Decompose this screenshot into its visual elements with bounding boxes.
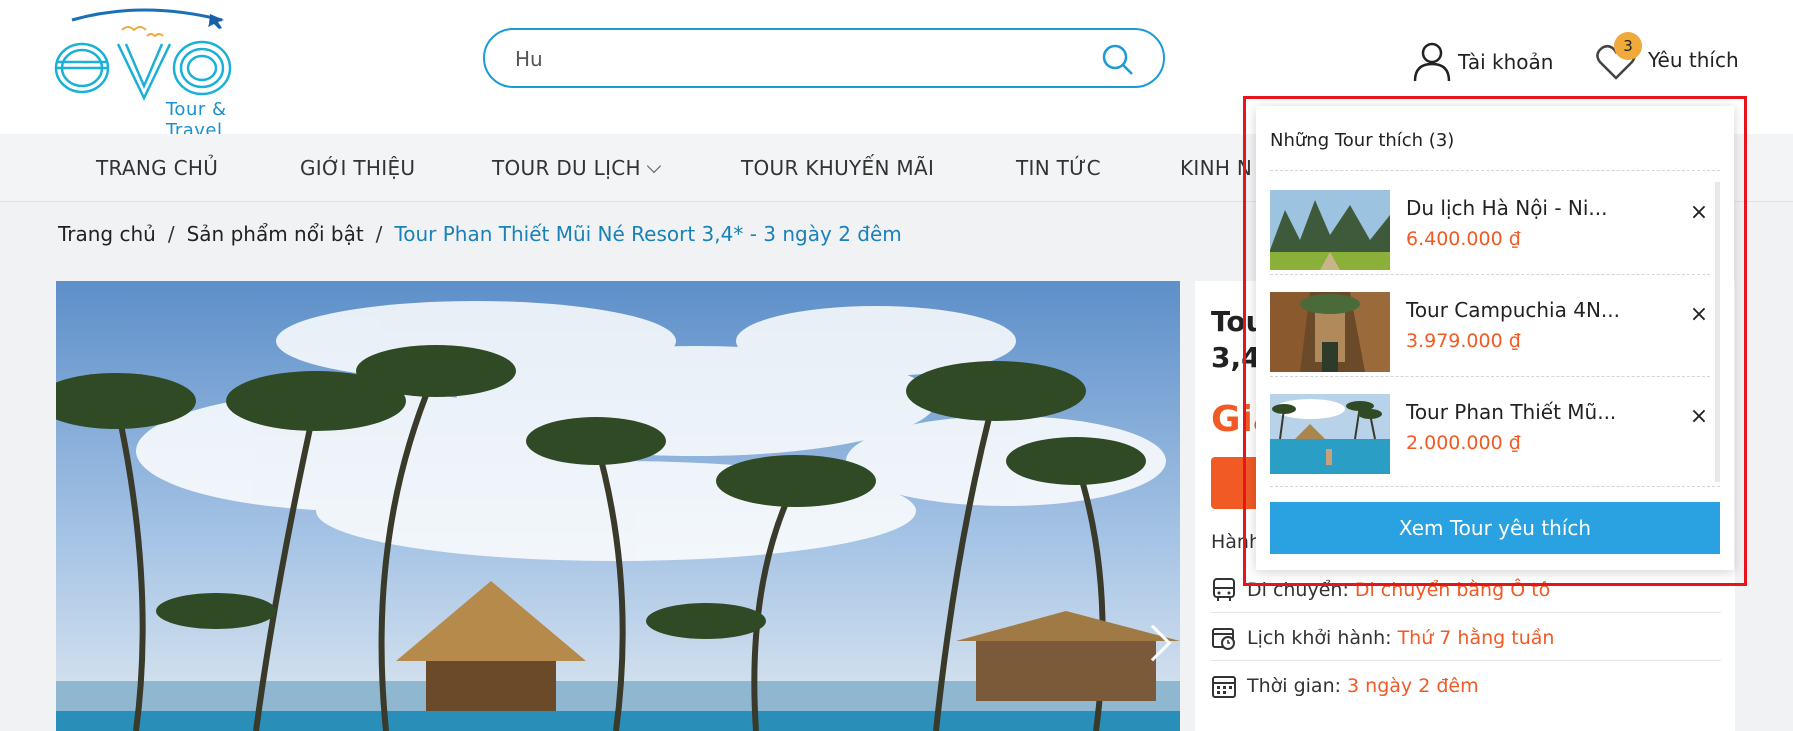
account-label: Tài khoản	[1458, 50, 1554, 74]
breadcrumb-separator: /	[167, 222, 175, 246]
transport-label: Di chuyển:	[1247, 579, 1349, 601]
nav-item-news[interactable]: TIN TỨC	[1016, 156, 1101, 180]
calendar-icon	[1212, 676, 1236, 698]
calendar-clock-icon	[1212, 628, 1235, 650]
chevron-down-icon	[646, 158, 661, 174]
duration-value: 3 ngày 2 đêm	[1347, 675, 1479, 697]
wishlist-item-price: 6.400.000 ₫	[1406, 228, 1521, 250]
close-icon[interactable]: ×	[1688, 406, 1710, 428]
wishlist-label: Yêu thích	[1648, 48, 1739, 72]
wishlist-item[interactable]: Du lịch Hà Nội - Ni... 6.400.000 ₫ ×	[1270, 182, 1710, 284]
nav-item-promotions[interactable]: TOUR KHUYẾN MÃI	[741, 156, 934, 180]
wishlist-item-name[interactable]: Du lịch Hà Nội - Ni...	[1406, 196, 1608, 220]
nav-item-about[interactable]: GIỚI THIỆU	[300, 156, 415, 180]
beach-resort-photo	[56, 281, 1180, 731]
wishlist-item-thumb[interactable]	[1270, 292, 1390, 372]
tour-main-image[interactable]	[56, 281, 1180, 731]
site-logo[interactable]: Tour & Travel	[52, 6, 267, 141]
search-icon[interactable]	[1101, 43, 1135, 77]
view-wishlist-button[interactable]: Xem Tour yêu thích	[1270, 502, 1720, 554]
breadcrumb-separator: /	[375, 222, 383, 246]
search-input[interactable]	[515, 44, 1075, 74]
transport-row: Di chuyển: Di chuyển bằng Ô tô	[1211, 577, 1550, 603]
duration-label: Thời gian:	[1247, 675, 1342, 697]
wishlist-item-name[interactable]: Tour Phan Thiết Mũ...	[1406, 400, 1616, 424]
duration-row: Thời gian: 3 ngày 2 đêm	[1211, 673, 1479, 699]
breadcrumb-category[interactable]: Sản phẩm nổi bật	[187, 222, 364, 246]
wishlist-dropdown: Những Tour thích (3) Du lịch Hà Nội - Ni…	[1256, 106, 1734, 570]
schedule-value: Thứ 7 hằng tuần	[1397, 627, 1555, 649]
divider	[1270, 170, 1720, 171]
close-icon[interactable]: ×	[1688, 304, 1710, 326]
wishlist-item-thumb[interactable]	[1270, 394, 1390, 474]
divider	[1211, 660, 1721, 661]
wishlist-item[interactable]: Tour Phan Thiết Mũ... 2.000.000 ₫ ×	[1270, 386, 1710, 488]
nav-item-experience[interactable]: KINH N	[1180, 156, 1252, 180]
search-bar	[483, 28, 1165, 88]
wishlist-item[interactable]: Tour Campuchia 4N... 3.979.000 ₫ ×	[1270, 284, 1710, 386]
wishlist-item-name[interactable]: Tour Campuchia 4N...	[1406, 298, 1620, 322]
nav-item-tours-label: TOUR DU LỊCH	[492, 156, 641, 180]
breadcrumb: Trang chủ / Sản phẩm nổi bật / Tour Phan Thi…	[58, 222, 902, 246]
resort-pool-image	[1270, 394, 1390, 474]
close-icon[interactable]: ×	[1688, 202, 1710, 224]
mountain-landscape-image	[1270, 190, 1390, 270]
breadcrumb-home[interactable]: Trang chủ	[58, 222, 156, 246]
hanh-label: Hành	[1211, 531, 1262, 553]
bus-icon	[1213, 578, 1235, 601]
wishlist-dropdown-title: Những Tour thích (3)	[1270, 130, 1455, 151]
divider	[1270, 376, 1710, 377]
divider	[1270, 486, 1720, 487]
wishlist-item-price: 3.979.000 ₫	[1406, 330, 1521, 352]
wishlist-count-badge: 3	[1614, 32, 1642, 60]
nav-item-tours[interactable]: TOUR DU LỊCH	[492, 156, 661, 180]
temple-ruins-image	[1270, 292, 1390, 372]
breadcrumb-current: Tour Phan Thiết Mũi Né Resort 3,4* - 3 n…	[394, 222, 902, 246]
account-link[interactable]: Tài khoản	[1412, 40, 1553, 84]
divider	[1211, 612, 1721, 613]
wishlist-link[interactable]: 3 Yêu thích	[1596, 32, 1739, 88]
nav-item-home[interactable]: TRANG CHỦ	[96, 156, 218, 180]
schedule-label: Lịch khởi hành:	[1247, 627, 1392, 649]
transport-value: Di chuyển bằng Ô tô	[1354, 579, 1551, 601]
user-icon	[1413, 42, 1451, 82]
wishlist-items: Du lịch Hà Nội - Ni... 6.400.000 ₫ × Tou…	[1270, 182, 1720, 482]
tour-title-line2: 3,4	[1211, 341, 1261, 374]
wishlist-item-thumb[interactable]	[1270, 190, 1390, 270]
wishlist-item-price: 2.000.000 ₫	[1406, 432, 1521, 454]
schedule-row: Lịch khởi hành: Thứ 7 hằng tuần	[1211, 625, 1554, 651]
scrollbar[interactable]	[1715, 182, 1720, 482]
divider	[1270, 274, 1710, 275]
